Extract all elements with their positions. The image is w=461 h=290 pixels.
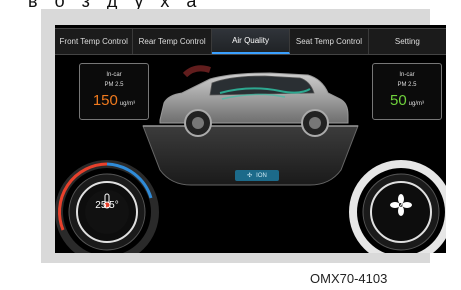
pm25-right-value: 50: [389, 92, 407, 109]
pm25-right-value-row: 50 ug/m³: [373, 92, 441, 109]
pm25-right-label-1: In-car: [399, 72, 415, 78]
ion-label: ION: [256, 172, 267, 179]
car-illustration: [159, 65, 349, 137]
fan-speed-dial[interactable]: [344, 138, 446, 253]
pm25-left-unit: ug/m³: [119, 101, 136, 107]
temperature-value: 25.5°: [95, 200, 119, 211]
climate-screen: Front Temp Control Rear Temp Control Air…: [55, 25, 446, 253]
fan-level-value: 4: [398, 202, 404, 213]
pm25-left-value-row: 150 ug/m³: [80, 92, 148, 109]
pm25-right-label-2: PM 2.5: [397, 82, 417, 88]
pm25-panel-right: In-car PM 2.5 50 ug/m³: [372, 63, 442, 120]
ion-icon: ✣: [247, 173, 253, 179]
pm25-left-value: 150: [92, 92, 118, 109]
pm25-left-label-1: In-car: [106, 72, 122, 78]
pm25-panel-left: In-car PM 2.5 150 ug/m³: [79, 63, 149, 120]
temperature-dial[interactable]: [55, 138, 167, 253]
ion-button[interactable]: ✣ ION: [235, 170, 279, 181]
exhaust-plume: [182, 65, 211, 78]
pm25-left-label-2: PM 2.5: [104, 82, 124, 88]
figure-code: OMX70-4103: [310, 271, 388, 286]
pm25-right-unit: ug/m³: [408, 101, 425, 107]
